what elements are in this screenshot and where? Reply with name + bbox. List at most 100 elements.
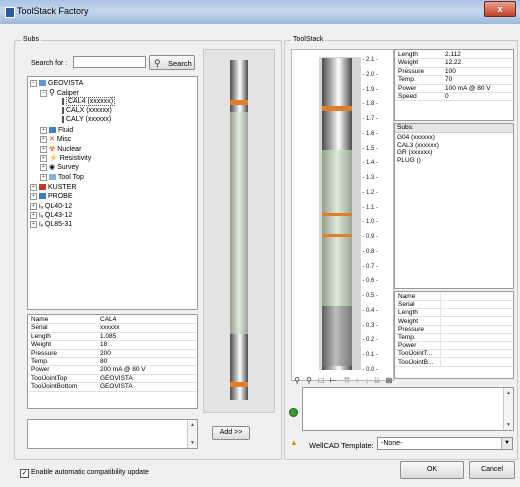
toolstack-property-row[interactable]: Pressure 100 <box>395 68 513 77</box>
sub-property-row[interactable]: Power 200 mA @ 80 V <box>28 366 197 375</box>
sub-property-row[interactable]: Serial xxxxxx <box>28 324 197 333</box>
subs-tree[interactable]: − GEOVISTA − ⚲ Caliper CAL4 (xxxxxx) CALX (… <box>27 76 198 310</box>
title-bar[interactable]: ToolStack Factory x <box>0 0 520 24</box>
sub-description-box[interactable]: ▲ ▼ <box>27 419 198 449</box>
tree-node-survey[interactable]: + ◉ Survey <box>40 163 79 172</box>
toolstack-subs-panel[interactable]: Subs: G04 (xxxxxx) CAL3 (xxxxxx) GR (xxxxx… <box>394 123 514 289</box>
wellcad-template-select[interactable]: -None- ▼ <box>377 437 513 450</box>
tree-node-caliper[interactable]: − ⚲ Caliper <box>40 88 79 97</box>
cancel-button[interactable]: Cancel <box>469 461 515 479</box>
move-down-icon[interactable]: ↓ <box>363 377 371 385</box>
sub-property-row[interactable]: Pressure 200 <box>28 350 197 358</box>
search-input[interactable] <box>73 56 146 68</box>
toolstack-property-row[interactable]: Speed 0 <box>395 93 513 102</box>
sub-property-row[interactable]: Temp. 80 <box>28 358 197 367</box>
depth-tick-label: - 1.2 - <box>362 189 378 196</box>
toolstack-property-row[interactable]: Temp. 70 <box>395 76 513 85</box>
caliper-section <box>230 112 248 334</box>
add-button[interactable]: Add >> <box>212 426 250 440</box>
toolstack-properties-grid[interactable]: Length 2.112 Weight 12.22 Pressure 100 Temp. 70… <box>394 49 514 121</box>
tree-node-ql85-31[interactable]: + Iₐ QL85-31 <box>30 220 72 229</box>
kuster-icon <box>39 184 46 191</box>
dropdown-arrow-icon[interactable]: ▼ <box>501 438 512 449</box>
sub-detail-row[interactable]: Length <box>395 309 513 318</box>
expand-icon[interactable]: + <box>30 192 37 200</box>
scroll-down-icon[interactable]: ▼ <box>504 422 513 428</box>
expand-icon[interactable]: + <box>40 126 47 134</box>
sub-property-row[interactable]: ToolJointTop GEOVISTA <box>28 375 197 384</box>
sub-detail-row[interactable]: Weight <box>395 317 513 326</box>
scroll-up-icon[interactable]: ▲ <box>188 422 197 428</box>
notes-scrollbar[interactable]: ▲ ▼ <box>503 388 513 430</box>
toolstack-property-row[interactable]: Length 2.112 <box>395 51 513 60</box>
app-icon <box>5 7 15 18</box>
move-bottom-icon[interactable]: ⇊ <box>373 377 381 385</box>
sub-detail-row[interactable]: Serial <box>395 301 513 310</box>
sub-property-row[interactable]: ToolJointBottom GEOVISTA <box>28 383 197 392</box>
sub-detail-row[interactable]: ToolJointB... <box>395 358 513 367</box>
toolstack-bottom-section <box>322 306 352 366</box>
collapse-icon[interactable]: − <box>30 79 37 87</box>
tree-node-misc[interactable]: + ✕ Misc <box>40 135 71 144</box>
auto-update-checkbox[interactable]: ✓ <box>20 469 29 478</box>
tree-node-nuclear[interactable]: + ☢ Nuclear <box>40 145 81 154</box>
expand-icon[interactable]: + <box>40 173 47 181</box>
tree-node-ql40-12[interactable]: + Iₐ QL40-12 <box>30 202 72 211</box>
tree-node-calx[interactable]: CALX (xxxxxx) <box>62 106 112 115</box>
tree-node-kuster[interactable]: + KUSTER <box>30 183 76 192</box>
sub-detail-row[interactable]: Power <box>395 342 513 351</box>
toolstack-notes-box[interactable]: ▲ ▼ <box>302 387 514 431</box>
ok-button[interactable]: OK <box>400 461 464 479</box>
grid-divider <box>395 100 513 102</box>
zoom-out-icon[interactable]: ⚲ <box>305 377 313 385</box>
tree-node-resistivity[interactable]: + ⚡ Resistivity <box>40 154 91 163</box>
move-top-icon[interactable]: ⇈ <box>343 377 351 385</box>
zoom-in-icon[interactable]: ⚲ <box>293 377 301 385</box>
expand-icon[interactable]: + <box>30 202 37 210</box>
delete-icon[interactable]: ⊠ <box>385 377 393 385</box>
tree-node-ql43-12[interactable]: + Iₐ QL43-12 <box>30 211 72 220</box>
sub-detail-row[interactable]: Pressure <box>395 325 513 334</box>
align-left-icon[interactable]: ⊢ <box>329 377 337 385</box>
tree-node-fluid[interactable]: + Fluid <box>40 126 73 135</box>
close-button[interactable]: x <box>484 1 516 17</box>
probe-icon <box>39 193 46 200</box>
search-label: Search for : <box>31 60 68 67</box>
tree-node-cal4[interactable]: CAL4 (xxxxxx) <box>62 97 116 106</box>
tree-node-caly[interactable]: CALY (xxxxxx) <box>62 115 111 124</box>
sub-property-row[interactable]: Name CAL4 <box>28 316 197 325</box>
expand-icon[interactable]: + <box>30 220 37 228</box>
sub-detail-row[interactable]: ToolJointT... <box>395 350 513 359</box>
tool-icon <box>62 106 64 114</box>
expand-icon[interactable]: + <box>40 145 47 153</box>
tree-node-probe[interactable]: + PROBE <box>30 192 73 201</box>
collapse-icon[interactable]: − <box>40 89 47 97</box>
sub-detail-row[interactable]: Temp. <box>395 334 513 342</box>
toolstack-property-row[interactable]: Power 100 mA @ 80 V <box>395 85 513 93</box>
sub-property-row[interactable]: Weight 18 <box>28 341 197 350</box>
toolstack-sub-details-grid[interactable]: Name Serial Length Weight Pressure Temp. Power… <box>394 291 514 379</box>
description-scrollbar[interactable]: ▲ ▼ <box>187 420 197 448</box>
depth-tick-label: - 1.5 - <box>362 145 378 152</box>
sub-detail-row[interactable]: Name <box>395 293 513 301</box>
subs-group-legend: Subs <box>21 36 41 43</box>
tree-node-geovista[interactable]: − GEOVISTA <box>30 79 83 88</box>
expand-icon[interactable]: + <box>30 211 37 219</box>
tree-node-tooltop[interactable]: + Tool Top <box>40 173 84 182</box>
expand-icon[interactable]: + <box>40 163 47 171</box>
scroll-down-icon[interactable]: ▼ <box>188 440 197 446</box>
fit-view-icon[interactable]: □ <box>317 377 325 385</box>
expand-icon[interactable]: + <box>30 183 37 191</box>
window-title: ToolStack Factory <box>17 6 89 16</box>
toolstack-property-row[interactable]: Weight 12.22 <box>395 59 513 68</box>
sub-property-row[interactable]: Length 1.085 <box>28 333 197 342</box>
sub-properties-grid[interactable]: Name CAL4 Serial xxxxxx Length 1.085 Weight 18 P… <box>27 314 198 409</box>
expand-icon[interactable]: + <box>40 135 47 143</box>
scroll-up-icon[interactable]: ▲ <box>504 390 513 396</box>
search-button[interactable]: ⚲ Search <box>149 55 195 70</box>
move-up-icon[interactable]: ↑ <box>353 377 361 385</box>
depth-tick-label: - 1.7 - <box>362 116 378 123</box>
toolstack-factory-window: ToolStack Factory x Subs Search for : ⚲ … <box>0 0 520 487</box>
expand-icon[interactable]: + <box>40 154 47 162</box>
toolstack-sub-item[interactable]: PLUG () <box>397 157 421 165</box>
